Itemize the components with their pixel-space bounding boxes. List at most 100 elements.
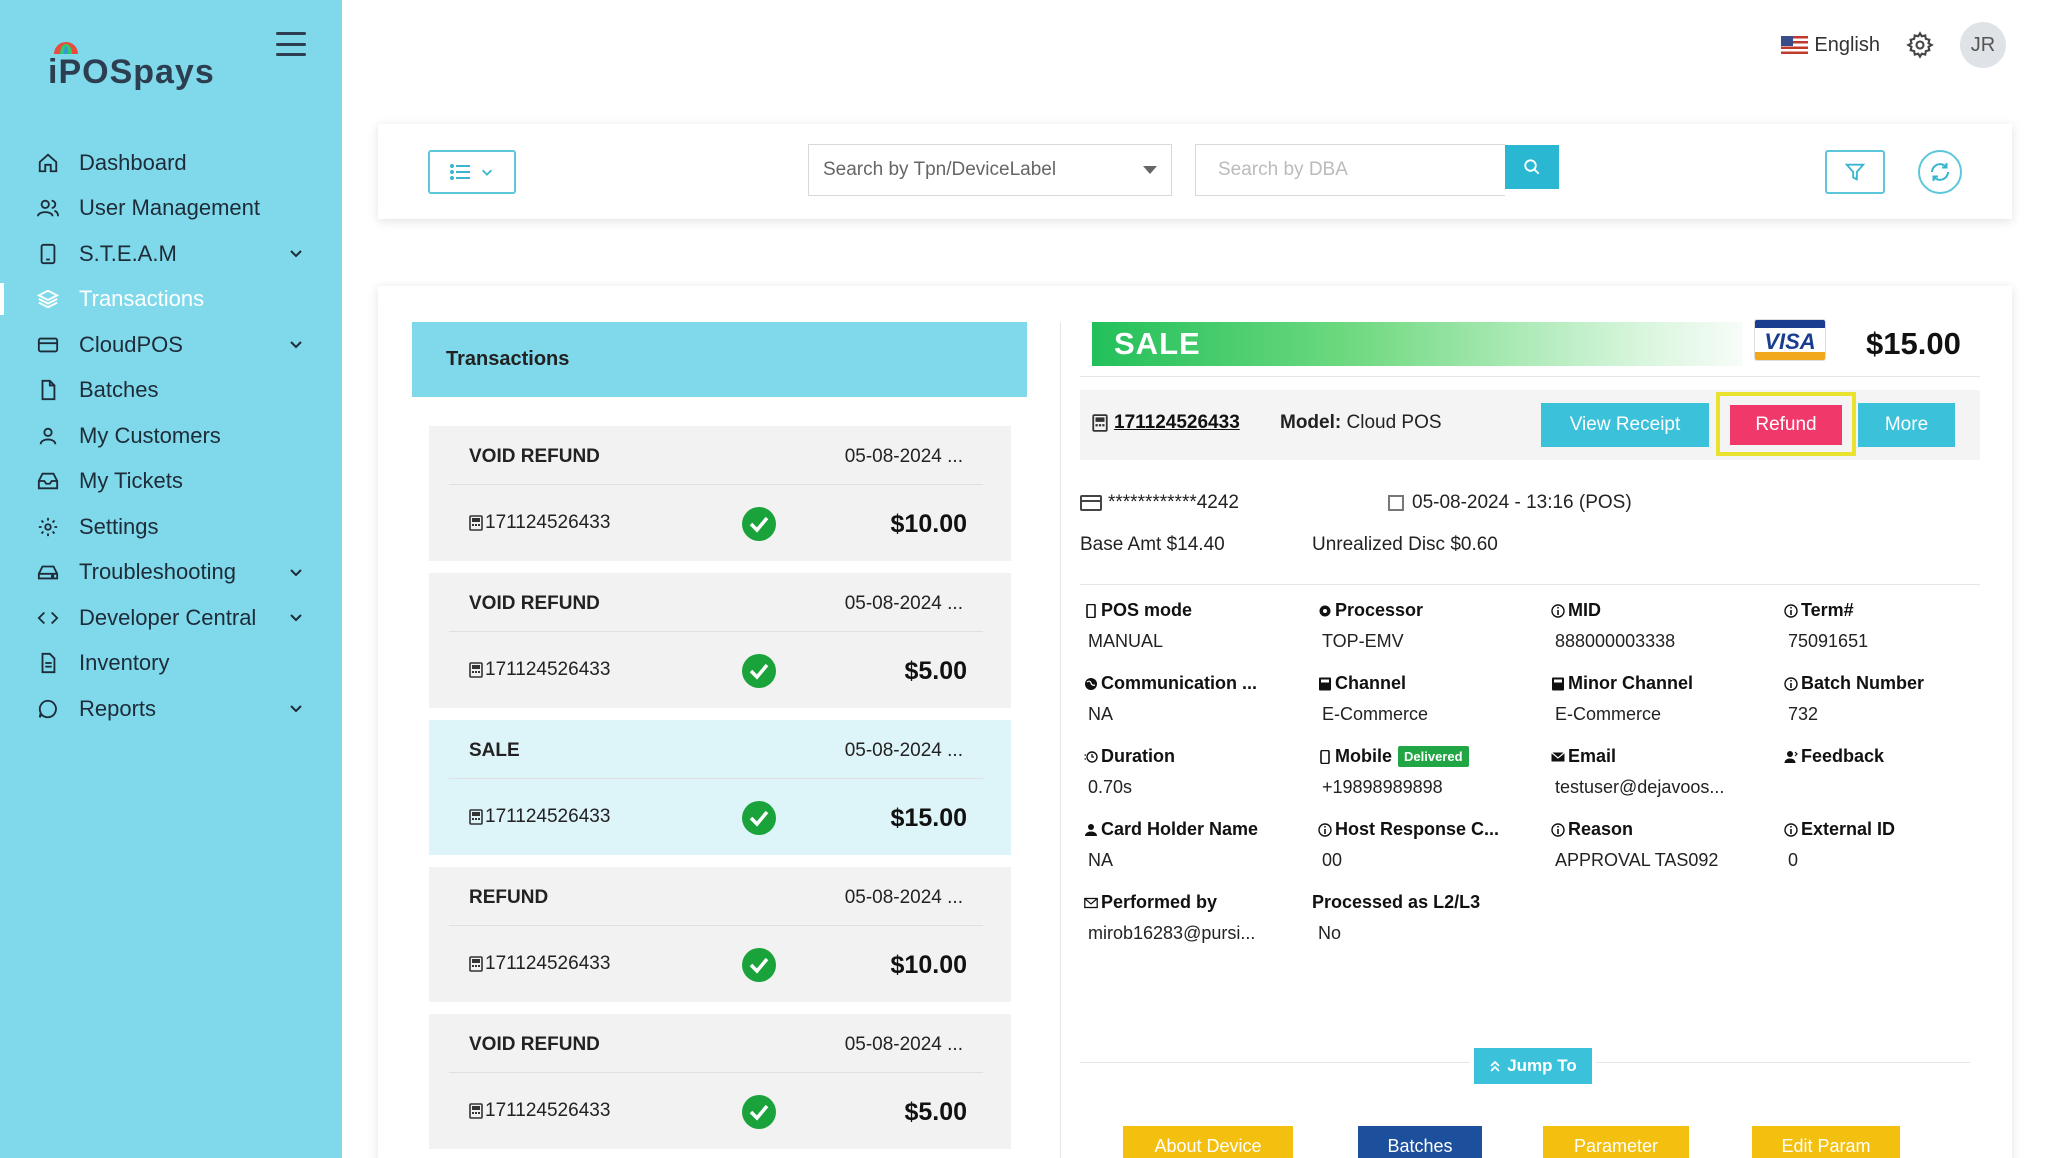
field-mobile: Mobile Delivered +19898989898 [1318,746,1538,798]
transaction-id-text: 171124526433 [485,953,611,974]
refund-button[interactable]: Refund [1730,405,1842,445]
tpn-select-placeholder: Search by Tpn/DeviceLabel [823,159,1057,180]
field-label: Term# [1801,600,1854,620]
list-view-button[interactable] [428,150,516,194]
jump-to-button[interactable]: Jump To [1470,1044,1596,1088]
sidebar-item-inventory[interactable]: Inventory [0,641,342,687]
sidebar-item-label: My Customers [79,422,221,448]
search-icon [1524,159,1540,175]
sidebar-item-batches[interactable]: Batches [0,368,342,414]
menu-toggle-button[interactable] [276,32,306,56]
sidebar-item-steam[interactable]: S.T.E.A.M [0,231,342,277]
view-receipt-button[interactable]: View Receipt [1541,403,1709,447]
transaction-card[interactable]: VOID REFUND 05-08-2024 ... 171124526433 … [429,426,1011,561]
transaction-id-text: 171124526433 [485,806,611,827]
transaction-card-selected[interactable]: SALE 05-08-2024 ... 171124526433 $15.00 [429,720,1011,855]
sidebar-item-cloudpos[interactable]: CloudPOS [0,322,342,368]
sidebar-item-user-management[interactable]: User Management [0,186,342,232]
field-label: Batch Number [1801,673,1925,693]
transaction-type: REFUND [469,887,549,908]
user-avatar[interactable]: JR [1960,22,2006,68]
field-feedback: Feedback [1784,746,2004,777]
transaction-id: 171124526433 [469,953,610,975]
filter-icon [1844,163,1866,181]
logo[interactable]: iPOSpays [48,38,238,92]
divider [1080,376,1980,377]
code-icon [36,606,60,630]
info-icon [1551,603,1565,618]
delivered-badge: Delivered [1398,746,1469,767]
transaction-amount: $10.00 [890,951,967,979]
transaction-datetime: 05-08-2024 - 13:16 (POS) [1412,492,1632,513]
divider [449,631,983,632]
sidebar-item-transactions[interactable]: Transactions [0,277,342,323]
transactions-main-card: Transactions VOID REFUND 05-08-2024 ... … [378,286,2012,1158]
field-value: 0 [1788,850,1799,870]
batches-button[interactable]: Batches [1358,1126,1482,1158]
transaction-id: 171124526433 [469,659,610,681]
field-batch-number: Batch Number 732 [1784,673,2004,725]
user-feedback-icon [1784,750,1798,764]
sidebar-item-my-customers[interactable]: My Customers [0,413,342,459]
field-value: No [1318,923,1342,943]
dba-search-input[interactable] [1195,144,1505,196]
device-icon [36,242,60,266]
hamburger-line [276,32,306,35]
sidebar-item-settings[interactable]: Settings [0,504,342,550]
field-value: mirob16283@pursi... [1088,923,1256,943]
transaction-amount: $5.00 [904,1098,967,1126]
search-button[interactable] [1505,145,1559,189]
parameter-button[interactable]: Parameter [1543,1126,1689,1158]
field-value: TOP-EMV [1322,631,1404,651]
user-icon [1084,823,1098,837]
detail-transaction-id-text: 171124526433 [1114,412,1240,433]
sidebar-item-label: My Tickets [79,468,183,494]
sidebar-item-developer-central[interactable]: Developer Central [0,595,342,641]
transaction-datetime-row: 05-08-2024 - 13:16 (POS) [1388,492,1632,514]
field-label: Channel [1335,673,1407,693]
chevron-down-icon [290,568,302,576]
more-button[interactable]: More [1858,403,1955,447]
transaction-card[interactable]: VOID REFUND 05-08-2024 ... 171124526433 … [429,573,1011,708]
user-icon [36,424,60,448]
refresh-button[interactable] [1918,150,1962,194]
edit-param-button[interactable]: Edit Param [1752,1126,1900,1158]
transactions-list-header: Transactions [412,322,1027,397]
field-external-id: External ID 0 [1784,819,2004,871]
language-selector[interactable]: English [1781,34,1880,57]
transaction-amount: $15.00 [890,804,967,832]
transaction-id: 171124526433 [469,806,610,828]
settings-gear-icon[interactable] [1906,31,1934,59]
info-icon [1551,822,1565,837]
sidebar-item-troubleshooting[interactable]: Troubleshooting [0,550,342,596]
sidebar-item-label: S.T.E.A.M [79,240,177,266]
globe-icon [1084,677,1098,691]
double-chevron-up-icon [1490,1060,1500,1072]
transaction-date: 05-08-2024 ... [844,593,963,614]
info-icon [1784,676,1798,691]
field-host-response: Host Response C... 00 [1318,819,1538,871]
transaction-id-text: 171124526433 [485,512,611,533]
tpn-device-select[interactable]: Search by Tpn/DeviceLabel [808,144,1172,196]
about-device-button[interactable]: About Device [1123,1126,1293,1158]
sidebar: iPOSpays Dashboard User Management S.T.E… [0,0,342,1158]
info-icon [1318,822,1332,837]
users-icon [36,196,60,220]
filter-button[interactable] [1825,150,1885,194]
sidebar-item-label: Dashboard [79,149,187,175]
success-check-icon [742,801,776,835]
refund-highlight: Refund [1716,392,1856,456]
transaction-card[interactable]: REFUND 05-08-2024 ... 171124526433 $10.0… [429,867,1011,1002]
calendar-icon [1388,495,1404,511]
field-pos-mode: POS mode MANUAL [1084,600,1304,652]
terminal-icon [469,809,483,825]
divider [449,778,983,779]
field-card-holder-name: Card Holder Name NA [1084,819,1304,871]
sidebar-item-dashboard[interactable]: Dashboard [0,140,342,186]
info-icon [1784,822,1798,837]
detail-transaction-id-link[interactable]: 171124526433 [1092,412,1240,434]
sidebar-item-my-tickets[interactable]: My Tickets [0,459,342,505]
transaction-card[interactable]: VOID REFUND 05-08-2024 ... 171124526433 … [429,1014,1011,1149]
sidebar-item-reports[interactable]: Reports [0,686,342,732]
transaction-date: 05-08-2024 ... [844,1034,963,1055]
